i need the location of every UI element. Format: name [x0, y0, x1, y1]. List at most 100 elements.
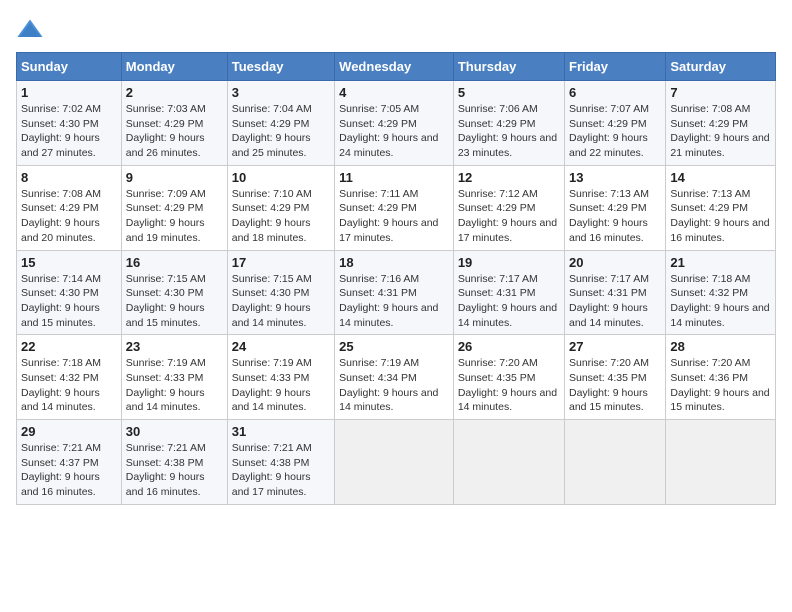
day-info: Sunrise: 7:20 AM Sunset: 4:36 PM Dayligh…	[670, 356, 771, 415]
calendar-week-row: 15 Sunrise: 7:14 AM Sunset: 4:30 PM Dayl…	[17, 250, 776, 335]
day-info: Sunrise: 7:16 AM Sunset: 4:31 PM Dayligh…	[339, 272, 449, 331]
day-info: Sunrise: 7:21 AM Sunset: 4:38 PM Dayligh…	[232, 441, 330, 500]
day-number: 28	[670, 339, 771, 354]
day-number: 14	[670, 170, 771, 185]
day-number: 17	[232, 255, 330, 270]
calendar-cell: 29 Sunrise: 7:21 AM Sunset: 4:37 PM Dayl…	[17, 420, 122, 505]
calendar-table: SundayMondayTuesdayWednesdayThursdayFrid…	[16, 52, 776, 505]
day-number: 29	[21, 424, 117, 439]
day-info: Sunrise: 7:07 AM Sunset: 4:29 PM Dayligh…	[569, 102, 661, 161]
calendar-cell: 5 Sunrise: 7:06 AM Sunset: 4:29 PM Dayli…	[453, 81, 564, 166]
day-number: 8	[21, 170, 117, 185]
calendar-cell: 26 Sunrise: 7:20 AM Sunset: 4:35 PM Dayl…	[453, 335, 564, 420]
calendar-cell: 14 Sunrise: 7:13 AM Sunset: 4:29 PM Dayl…	[666, 165, 776, 250]
calendar-cell: 27 Sunrise: 7:20 AM Sunset: 4:35 PM Dayl…	[565, 335, 666, 420]
day-info: Sunrise: 7:09 AM Sunset: 4:29 PM Dayligh…	[126, 187, 223, 246]
logo	[16, 16, 48, 44]
day-info: Sunrise: 7:12 AM Sunset: 4:29 PM Dayligh…	[458, 187, 560, 246]
calendar-week-row: 8 Sunrise: 7:08 AM Sunset: 4:29 PM Dayli…	[17, 165, 776, 250]
day-number: 11	[339, 170, 449, 185]
calendar-cell: 22 Sunrise: 7:18 AM Sunset: 4:32 PM Dayl…	[17, 335, 122, 420]
calendar-header-wednesday: Wednesday	[335, 53, 454, 81]
calendar-cell: 25 Sunrise: 7:19 AM Sunset: 4:34 PM Dayl…	[335, 335, 454, 420]
day-number: 23	[126, 339, 223, 354]
calendar-cell: 3 Sunrise: 7:04 AM Sunset: 4:29 PM Dayli…	[227, 81, 334, 166]
day-number: 13	[569, 170, 661, 185]
day-info: Sunrise: 7:17 AM Sunset: 4:31 PM Dayligh…	[458, 272, 560, 331]
calendar-cell	[666, 420, 776, 505]
day-info: Sunrise: 7:15 AM Sunset: 4:30 PM Dayligh…	[232, 272, 330, 331]
day-number: 10	[232, 170, 330, 185]
calendar-cell: 15 Sunrise: 7:14 AM Sunset: 4:30 PM Dayl…	[17, 250, 122, 335]
day-info: Sunrise: 7:13 AM Sunset: 4:29 PM Dayligh…	[569, 187, 661, 246]
day-info: Sunrise: 7:19 AM Sunset: 4:33 PM Dayligh…	[126, 356, 223, 415]
calendar-week-row: 1 Sunrise: 7:02 AM Sunset: 4:30 PM Dayli…	[17, 81, 776, 166]
day-number: 12	[458, 170, 560, 185]
day-number: 7	[670, 85, 771, 100]
page-header	[16, 16, 776, 44]
calendar-cell: 1 Sunrise: 7:02 AM Sunset: 4:30 PM Dayli…	[17, 81, 122, 166]
day-info: Sunrise: 7:21 AM Sunset: 4:38 PM Dayligh…	[126, 441, 223, 500]
day-info: Sunrise: 7:17 AM Sunset: 4:31 PM Dayligh…	[569, 272, 661, 331]
calendar-cell: 31 Sunrise: 7:21 AM Sunset: 4:38 PM Dayl…	[227, 420, 334, 505]
calendar-cell: 2 Sunrise: 7:03 AM Sunset: 4:29 PM Dayli…	[121, 81, 227, 166]
day-number: 4	[339, 85, 449, 100]
day-info: Sunrise: 7:04 AM Sunset: 4:29 PM Dayligh…	[232, 102, 330, 161]
calendar-cell: 8 Sunrise: 7:08 AM Sunset: 4:29 PM Dayli…	[17, 165, 122, 250]
calendar-cell: 28 Sunrise: 7:20 AM Sunset: 4:36 PM Dayl…	[666, 335, 776, 420]
calendar-cell	[565, 420, 666, 505]
day-number: 27	[569, 339, 661, 354]
calendar-cell: 16 Sunrise: 7:15 AM Sunset: 4:30 PM Dayl…	[121, 250, 227, 335]
calendar-header-saturday: Saturday	[666, 53, 776, 81]
day-number: 9	[126, 170, 223, 185]
day-number: 1	[21, 85, 117, 100]
day-number: 2	[126, 85, 223, 100]
day-number: 15	[21, 255, 117, 270]
calendar-cell: 30 Sunrise: 7:21 AM Sunset: 4:38 PM Dayl…	[121, 420, 227, 505]
day-info: Sunrise: 7:20 AM Sunset: 4:35 PM Dayligh…	[569, 356, 661, 415]
calendar-cell: 17 Sunrise: 7:15 AM Sunset: 4:30 PM Dayl…	[227, 250, 334, 335]
calendar-cell: 12 Sunrise: 7:12 AM Sunset: 4:29 PM Dayl…	[453, 165, 564, 250]
calendar-cell: 6 Sunrise: 7:07 AM Sunset: 4:29 PM Dayli…	[565, 81, 666, 166]
day-number: 20	[569, 255, 661, 270]
day-number: 30	[126, 424, 223, 439]
day-info: Sunrise: 7:11 AM Sunset: 4:29 PM Dayligh…	[339, 187, 449, 246]
calendar-cell	[453, 420, 564, 505]
calendar-cell: 18 Sunrise: 7:16 AM Sunset: 4:31 PM Dayl…	[335, 250, 454, 335]
calendar-week-row: 22 Sunrise: 7:18 AM Sunset: 4:32 PM Dayl…	[17, 335, 776, 420]
day-number: 18	[339, 255, 449, 270]
day-info: Sunrise: 7:02 AM Sunset: 4:30 PM Dayligh…	[21, 102, 117, 161]
day-number: 21	[670, 255, 771, 270]
day-info: Sunrise: 7:18 AM Sunset: 4:32 PM Dayligh…	[21, 356, 117, 415]
day-info: Sunrise: 7:18 AM Sunset: 4:32 PM Dayligh…	[670, 272, 771, 331]
calendar-header-friday: Friday	[565, 53, 666, 81]
calendar-cell: 13 Sunrise: 7:13 AM Sunset: 4:29 PM Dayl…	[565, 165, 666, 250]
day-number: 16	[126, 255, 223, 270]
day-info: Sunrise: 7:19 AM Sunset: 4:34 PM Dayligh…	[339, 356, 449, 415]
day-info: Sunrise: 7:15 AM Sunset: 4:30 PM Dayligh…	[126, 272, 223, 331]
calendar-header-row: SundayMondayTuesdayWednesdayThursdayFrid…	[17, 53, 776, 81]
calendar-cell: 11 Sunrise: 7:11 AM Sunset: 4:29 PM Dayl…	[335, 165, 454, 250]
day-info: Sunrise: 7:06 AM Sunset: 4:29 PM Dayligh…	[458, 102, 560, 161]
calendar-cell: 23 Sunrise: 7:19 AM Sunset: 4:33 PM Dayl…	[121, 335, 227, 420]
calendar-cell: 24 Sunrise: 7:19 AM Sunset: 4:33 PM Dayl…	[227, 335, 334, 420]
day-number: 6	[569, 85, 661, 100]
calendar-cell: 19 Sunrise: 7:17 AM Sunset: 4:31 PM Dayl…	[453, 250, 564, 335]
calendar-cell: 4 Sunrise: 7:05 AM Sunset: 4:29 PM Dayli…	[335, 81, 454, 166]
generalblue-logo-icon	[16, 16, 44, 44]
calendar-cell	[335, 420, 454, 505]
day-info: Sunrise: 7:13 AM Sunset: 4:29 PM Dayligh…	[670, 187, 771, 246]
calendar-header-monday: Monday	[121, 53, 227, 81]
day-number: 22	[21, 339, 117, 354]
calendar-header-thursday: Thursday	[453, 53, 564, 81]
day-number: 5	[458, 85, 560, 100]
day-info: Sunrise: 7:08 AM Sunset: 4:29 PM Dayligh…	[21, 187, 117, 246]
calendar-cell: 21 Sunrise: 7:18 AM Sunset: 4:32 PM Dayl…	[666, 250, 776, 335]
calendar-cell: 10 Sunrise: 7:10 AM Sunset: 4:29 PM Dayl…	[227, 165, 334, 250]
calendar-header-sunday: Sunday	[17, 53, 122, 81]
day-number: 25	[339, 339, 449, 354]
calendar-cell: 20 Sunrise: 7:17 AM Sunset: 4:31 PM Dayl…	[565, 250, 666, 335]
calendar-cell: 9 Sunrise: 7:09 AM Sunset: 4:29 PM Dayli…	[121, 165, 227, 250]
day-number: 26	[458, 339, 560, 354]
day-number: 24	[232, 339, 330, 354]
